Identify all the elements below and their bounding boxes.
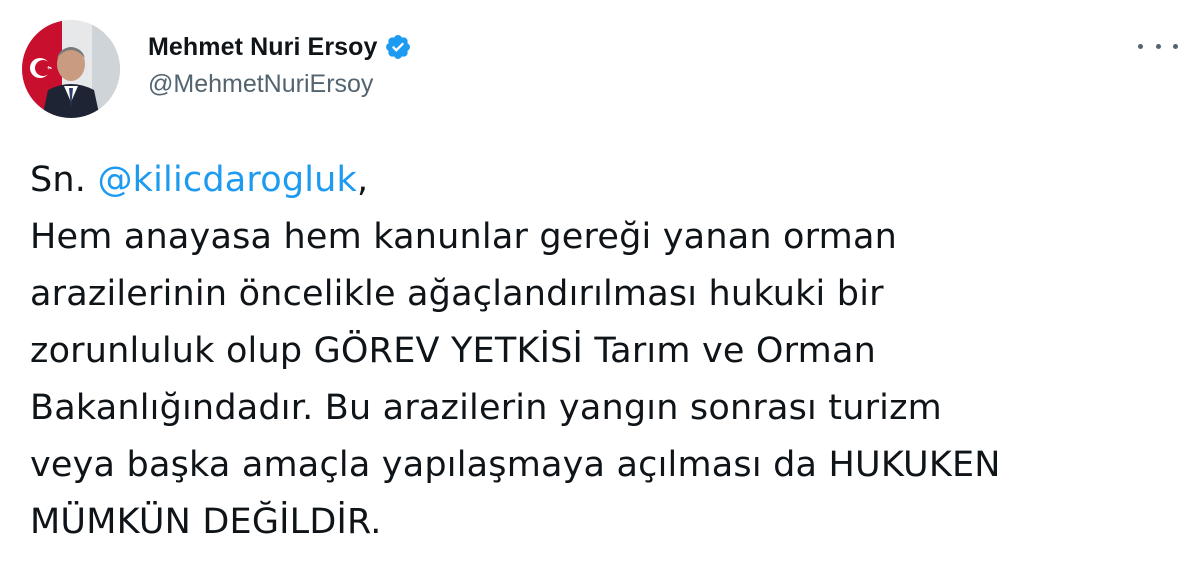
avatar-photo — [22, 20, 120, 118]
mention-link[interactable]: @kilicdarogluk — [97, 160, 357, 200]
verified-badge-icon — [384, 33, 412, 61]
more-dot — [1155, 43, 1161, 49]
tweet-line-0: Sn. @kilicdarogluk, — [30, 152, 1180, 209]
more-options-icon[interactable] — [1138, 36, 1178, 56]
tweet-card: Mehmet Nuri Ersoy @MehmetNuriErsoy Sn. @… — [0, 0, 1200, 566]
mention-suffix: , — [357, 160, 369, 200]
tweet-line-6: MÜMKÜN DEĞİLDİR. — [30, 502, 382, 542]
author-handle[interactable]: @MehmetNuriErsoy — [148, 70, 412, 99]
more-dot — [1138, 43, 1143, 49]
display-name-row: Mehmet Nuri Ersoy — [148, 30, 412, 64]
tweet-line-5: veya başka amaçla yapılaşmaya açılması d… — [30, 445, 1001, 485]
author-header: Mehmet Nuri Ersoy @MehmetNuriErsoy — [148, 30, 412, 99]
more-dot — [1173, 43, 1178, 49]
tweet-line-1: Hem anayasa hem kanunlar gereği yanan or… — [30, 217, 897, 257]
avatar[interactable] — [22, 20, 120, 118]
tweet-prefix: Sn. — [30, 160, 98, 200]
tweet-line-2: arazilerinin öncelikle ağaçlandırılması … — [30, 274, 884, 314]
tweet-text: Sn. @kilicdarogluk, Hem anayasa hem kanu… — [30, 152, 1180, 551]
tweet-line-4: Bakanlığındadır. Bu arazilerin yangın so… — [30, 388, 942, 428]
tweet-line-3: zorunluluk olup GÖREV YETKİSİ Tarım ve O… — [30, 331, 876, 371]
display-name[interactable]: Mehmet Nuri Ersoy — [148, 33, 378, 62]
